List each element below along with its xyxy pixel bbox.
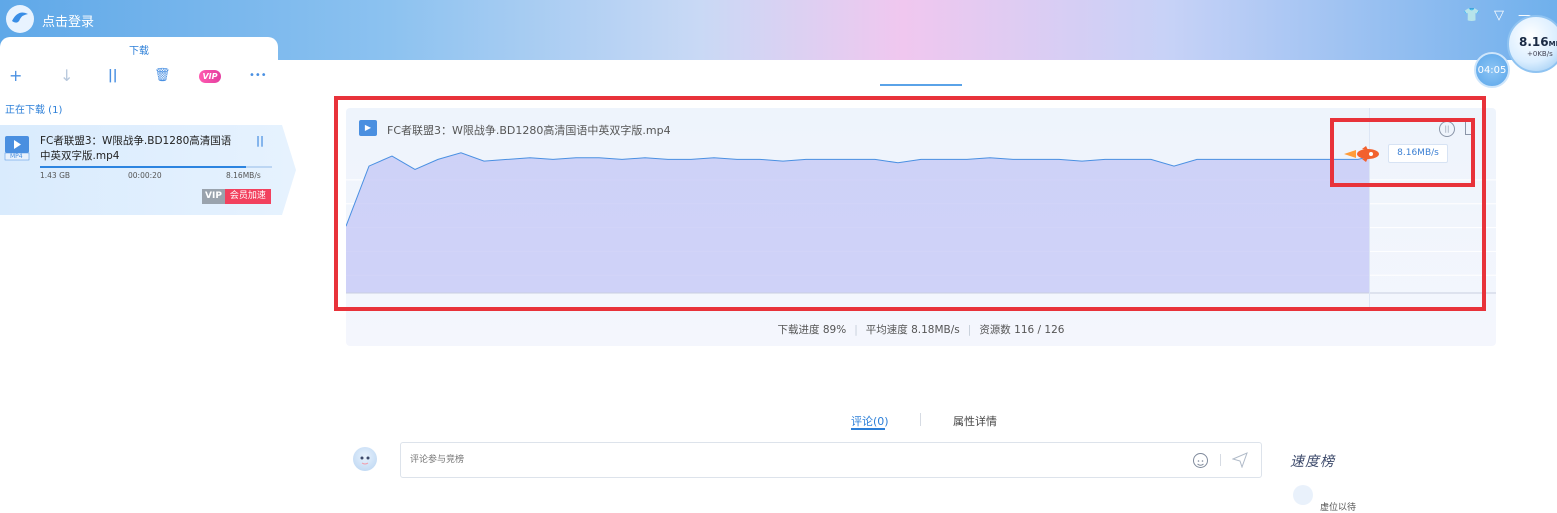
comment-input[interactable] — [400, 442, 1262, 478]
member-boost-badge[interactable]: VIP 会员加速 — [202, 189, 271, 204]
speed-rank-title: 速度榜 — [1290, 454, 1335, 470]
time-bubble[interactable]: 04:05 — [1474, 52, 1510, 88]
sidebar-toolbar: + ↓ || 🗑 ••• — [0, 62, 290, 90]
chart-highlight-box — [334, 96, 1486, 311]
login-link[interactable]: 点击登录 — [42, 11, 94, 30]
mp4-file-icon: MP4 — [4, 135, 30, 161]
orb-speed-value: 8.16 — [1519, 35, 1549, 49]
task-time-left: 00:00:20 — [128, 171, 162, 180]
member-boost-label: 会员加速 — [224, 189, 271, 204]
stat-sources: 资源数 116 / 126 — [979, 324, 1065, 336]
tab-comments[interactable]: 评论(0) — [851, 413, 889, 429]
delete-icon[interactable]: 🗑 — [154, 68, 171, 83]
orb-speed-unit: MB — [1548, 40, 1557, 48]
rank-user-placeholder: 虚位以待 — [1320, 503, 1357, 513]
pause-all-icon[interactable]: || — [108, 68, 118, 83]
downloading-section-label[interactable]: 正在下载 (1) — [5, 101, 62, 116]
task-pause-icon[interactable]: || — [256, 134, 264, 147]
task-name[interactable]: FC者联盟3：W限战争.BD1280高清国语中英双字版.mp4 — [40, 134, 240, 164]
vip-button[interactable]: VIP — [199, 70, 221, 83]
tab-properties[interactable]: 属性详情 — [953, 413, 997, 429]
task-progress-fill — [40, 166, 247, 168]
active-tab-indicator — [880, 84, 962, 86]
orb-upload: +0KB/s — [1527, 50, 1553, 58]
emoji-icon[interactable] — [1193, 453, 1208, 468]
mp4-label: MP4 — [10, 153, 23, 160]
input-divider — [1220, 454, 1221, 466]
more-icon[interactable]: ••• — [249, 70, 267, 81]
stat-avg-speed: 平均速度 8.18MB/s — [865, 324, 960, 336]
shirt-icon[interactable]: 👕 — [1464, 8, 1480, 23]
add-icon[interactable]: + — [9, 66, 22, 85]
rank-crown-icon — [1293, 485, 1313, 505]
task-speed: 8.16MB/s — [226, 171, 261, 180]
tab-download[interactable]: 下载 — [0, 37, 278, 61]
orb-speed: 8.16MB — [1519, 35, 1557, 49]
stat-progress: 下载进度 89% — [777, 324, 847, 336]
download-stats-bar: 下载进度 89% | 平均速度 8.18MB/s | 资源数 116 / 126 — [777, 324, 1065, 336]
vip-tag: VIP — [202, 189, 225, 204]
task-size: 1.43 GB — [40, 171, 71, 180]
download-icon[interactable]: ↓ — [60, 66, 73, 85]
send-icon[interactable] — [1231, 452, 1248, 472]
menu-icon[interactable]: ▽ — [1494, 8, 1504, 23]
app-logo-icon[interactable] — [6, 5, 34, 33]
tab-divider — [920, 413, 921, 426]
floating-speed-orb[interactable]: 8.16MB +0KB/s — [1507, 15, 1557, 73]
speed-highlight-box — [1330, 118, 1475, 187]
comments-tab-underline — [851, 428, 885, 430]
task-progress-bar — [40, 166, 272, 168]
avatar — [353, 447, 377, 471]
